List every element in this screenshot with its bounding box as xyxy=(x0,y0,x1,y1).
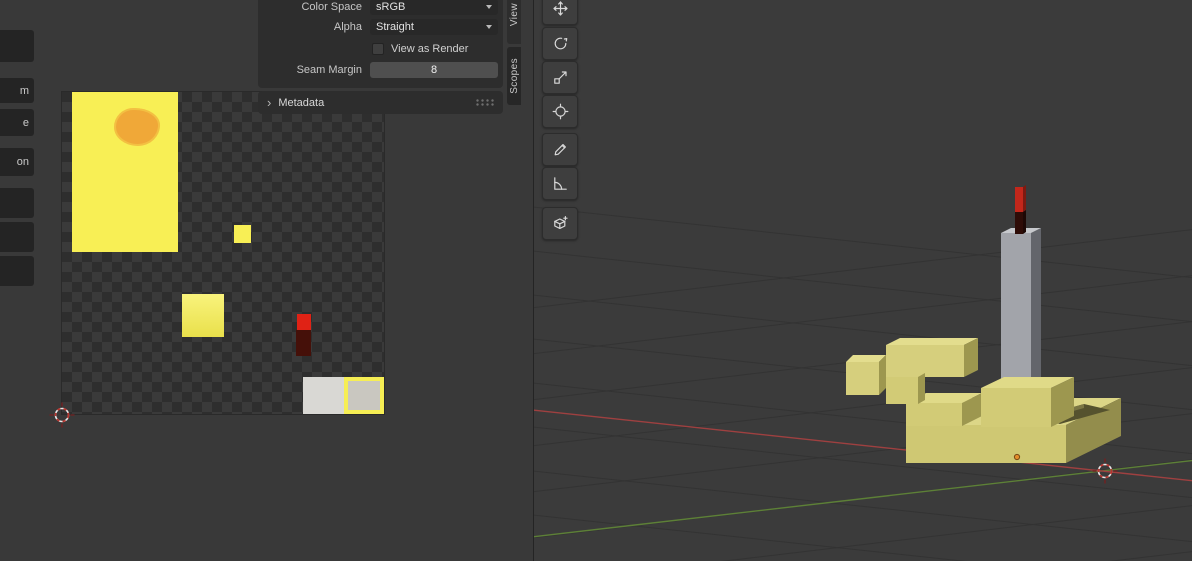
viewport-scene[interactable] xyxy=(534,0,1192,561)
seam-margin-row: Seam Margin 8 xyxy=(258,61,503,79)
sidebar-tab-scopes[interactable]: Scopes xyxy=(507,47,521,105)
left-edge-panel-fragments: m e on xyxy=(0,0,36,300)
uv-island-mid-yellow xyxy=(182,294,224,337)
image-properties-panel: Color Space sRGB Alpha Straight View as … xyxy=(258,0,503,88)
edge-fragment-button[interactable] xyxy=(0,188,34,218)
view-as-render-label: View as Render xyxy=(391,43,468,55)
edge-fragment-button[interactable]: e xyxy=(0,109,34,136)
view-as-render-row: View as Render xyxy=(258,40,503,58)
chevron-down-icon xyxy=(486,25,492,29)
rotate-icon xyxy=(552,35,569,52)
uv-image-canvas[interactable] xyxy=(62,92,384,414)
image-editor-area[interactable]: m e on Color Space xyxy=(0,0,533,561)
annotate-tool-button[interactable] xyxy=(542,133,578,166)
add-cube-tool-button[interactable] xyxy=(542,207,578,240)
color-space-label: Color Space xyxy=(258,1,370,13)
uv-island-yellow-framed xyxy=(344,377,384,414)
2d-cursor xyxy=(47,400,77,430)
edge-fragment-button[interactable] xyxy=(0,30,34,62)
chevron-down-icon xyxy=(486,5,492,9)
scale-tool-button[interactable] xyxy=(542,61,578,94)
chevron-right-icon: › xyxy=(267,96,271,109)
transform-icon xyxy=(552,103,569,120)
alpha-label: Alpha xyxy=(258,21,370,33)
sidebar-tab-scopes-label: Scopes xyxy=(509,58,520,94)
move-tool-button[interactable] xyxy=(542,0,578,25)
seam-margin-label: Seam Margin xyxy=(258,64,370,76)
annotate-icon xyxy=(552,141,569,158)
edge-fragment-button[interactable]: m xyxy=(0,78,34,103)
edge-fragment-button[interactable]: on xyxy=(0,148,34,176)
3d-viewport[interactable] xyxy=(533,0,1192,561)
uv-island-large-yellow xyxy=(72,92,178,252)
uv-island-small-yellow xyxy=(234,225,251,243)
metadata-panel-header[interactable]: › Metadata xyxy=(258,91,503,114)
transform-tool-button[interactable] xyxy=(542,95,578,128)
uv-island-maroon xyxy=(296,330,311,356)
color-space-row: Color Space sRGB xyxy=(258,0,503,16)
edge-fragment-button[interactable] xyxy=(0,222,34,252)
measure-tool-button[interactable] xyxy=(542,167,578,200)
alpha-dropdown[interactable]: Straight xyxy=(370,19,498,35)
measure-icon xyxy=(552,175,569,192)
object-origin-dot xyxy=(1014,454,1019,459)
sidebar-tab-view-label: View xyxy=(509,3,520,26)
metadata-label: Metadata xyxy=(278,97,324,109)
uv-paint-orange-blob xyxy=(114,108,160,146)
alpha-row: Alpha Straight xyxy=(258,18,503,36)
panel-drag-grip-icon[interactable] xyxy=(476,99,494,107)
move-icon xyxy=(552,0,569,17)
color-space-value: sRGB xyxy=(376,1,405,13)
seam-margin-field[interactable]: 8 xyxy=(370,62,498,78)
edge-fragment-button[interactable] xyxy=(0,256,34,286)
rotate-tool-button[interactable] xyxy=(542,27,578,60)
uv-island-gray xyxy=(303,377,344,414)
uv-island-red xyxy=(297,314,311,330)
alpha-value: Straight xyxy=(376,21,414,33)
app-window: m e on Color Space xyxy=(0,0,1192,561)
add-cube-icon xyxy=(552,215,569,232)
sidebar-tab-view[interactable]: View xyxy=(507,0,521,44)
scale-icon xyxy=(552,69,569,86)
color-space-dropdown[interactable]: sRGB xyxy=(370,0,498,15)
view-as-render-checkbox[interactable] xyxy=(372,43,384,55)
